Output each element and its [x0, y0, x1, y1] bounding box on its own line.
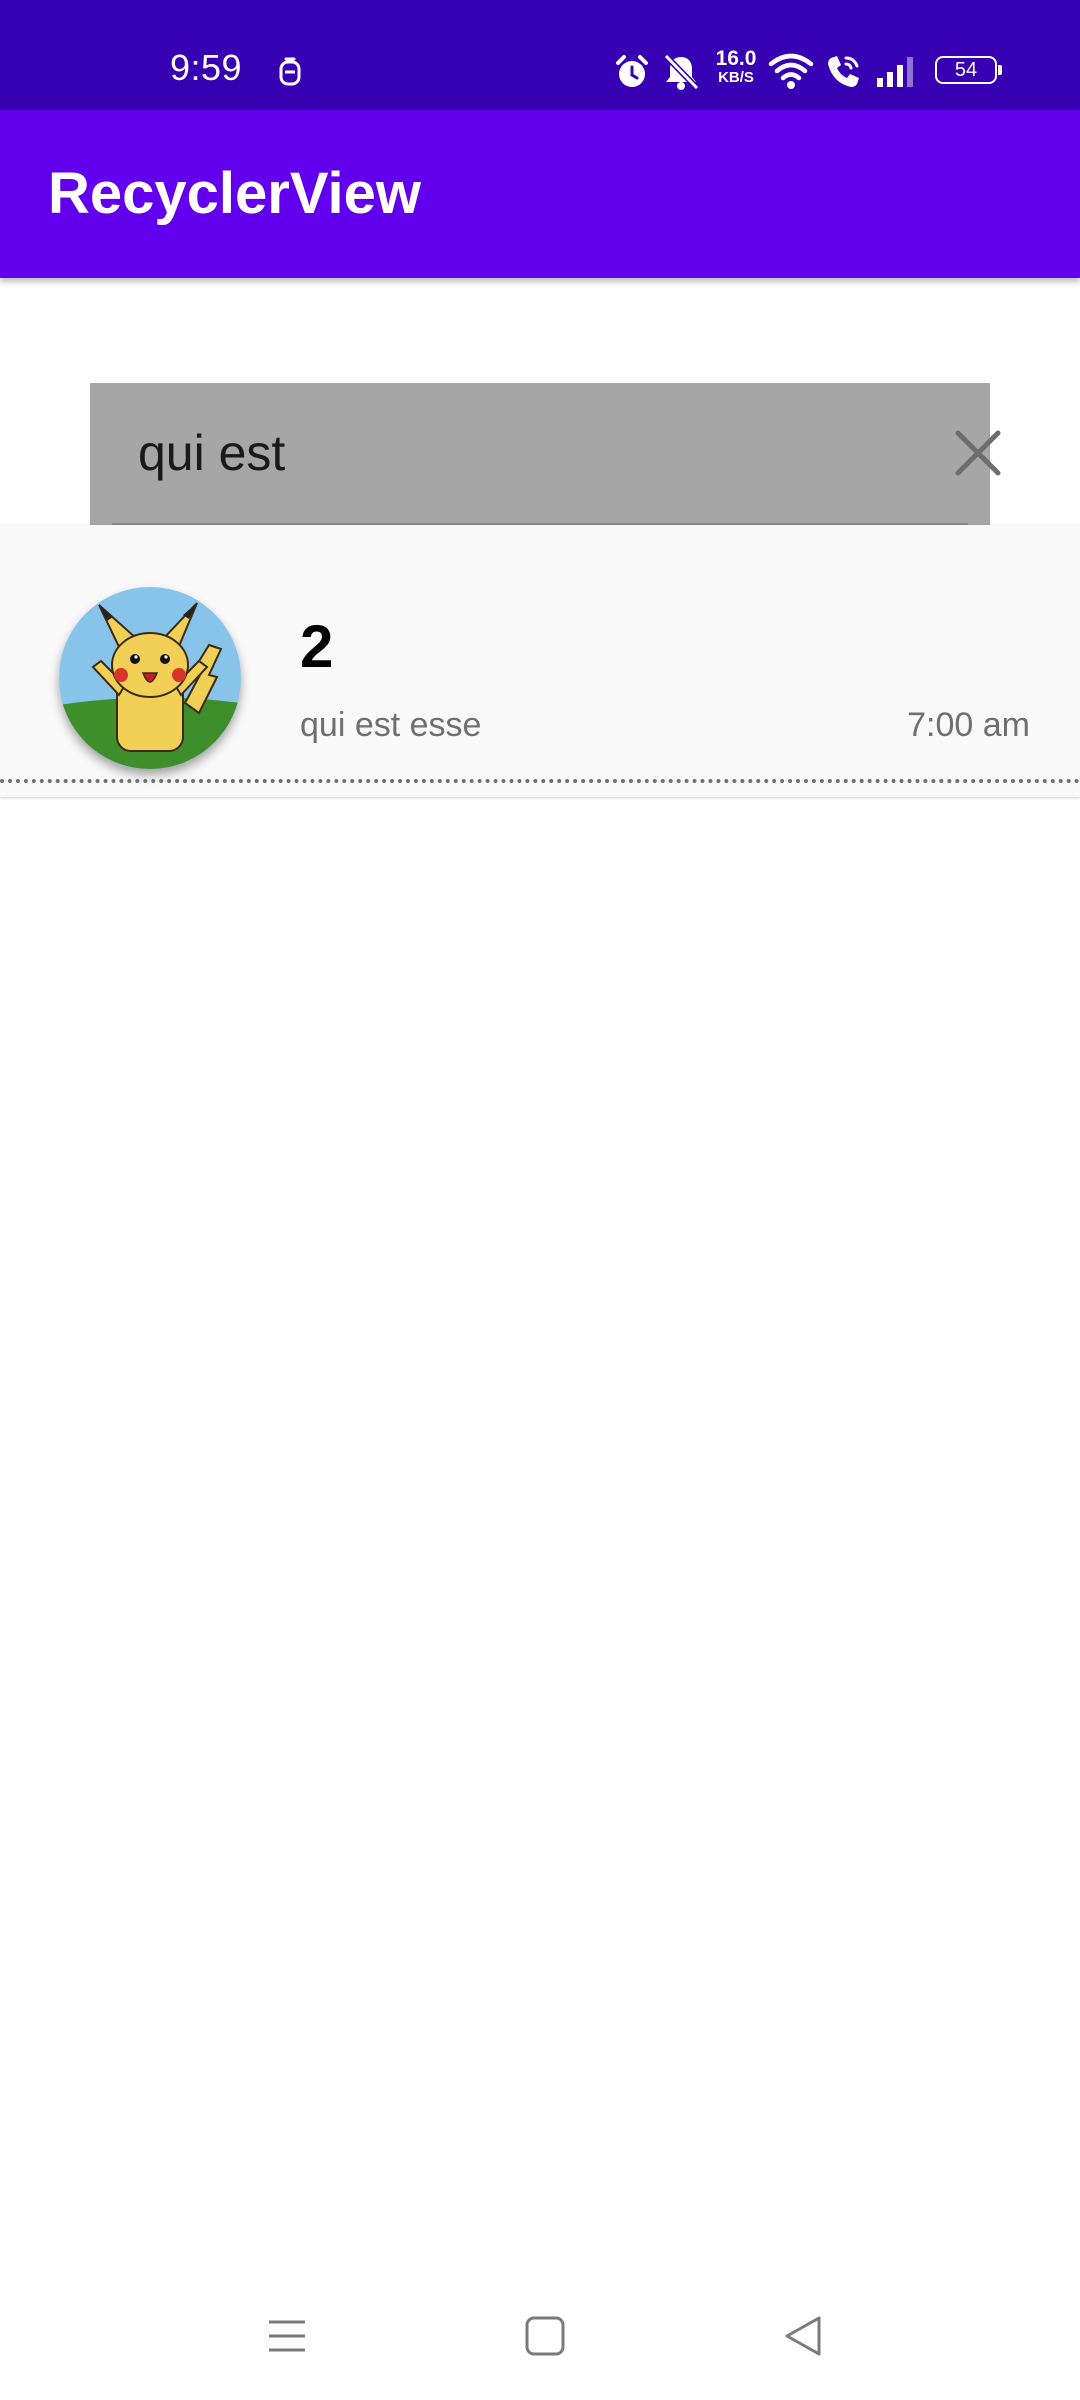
item-subtitle: qui est esse: [300, 706, 482, 744]
notification-icon: [279, 57, 301, 86]
home-icon[interactable]: [517, 2308, 573, 2364]
bell-off-icon: [663, 53, 699, 91]
status-bar: 9:59 16.0 KB/S 54: [0, 0, 1080, 110]
network-speed-value: 16.0: [715, 47, 757, 70]
search-box: [90, 383, 1001, 525]
item-divider: [0, 779, 1080, 783]
wifi-icon: [768, 53, 814, 89]
list-item[interactable]: 2 qui est esse 7:00 am: [0, 525, 1080, 797]
menu-icon[interactable]: [259, 2308, 315, 2364]
search-input[interactable]: [138, 413, 898, 493]
item-title: 2: [300, 613, 334, 680]
alarm-icon: [616, 55, 648, 87]
back-icon[interactable]: [775, 2308, 831, 2364]
app-title: RecyclerView: [48, 161, 421, 226]
app-bar: RecyclerView: [0, 110, 1080, 278]
results-list: 2 qui est esse 7:00 am: [0, 525, 1080, 797]
battery-level: 54: [954, 59, 978, 81]
network-speed-unit: KB/S: [718, 69, 754, 86]
navigation-bar: [0, 2270, 1080, 2400]
network-speed: 16.0 KB/S: [712, 48, 760, 86]
wifi-call-icon: [828, 56, 859, 87]
pikachu-avatar: [59, 587, 241, 769]
close-icon[interactable]: [948, 423, 1008, 483]
battery-icon: 54: [935, 56, 1002, 84]
item-time: 7:00 am: [907, 706, 1030, 744]
status-time: 9:59: [170, 47, 243, 88]
signal-icon: [877, 57, 913, 87]
